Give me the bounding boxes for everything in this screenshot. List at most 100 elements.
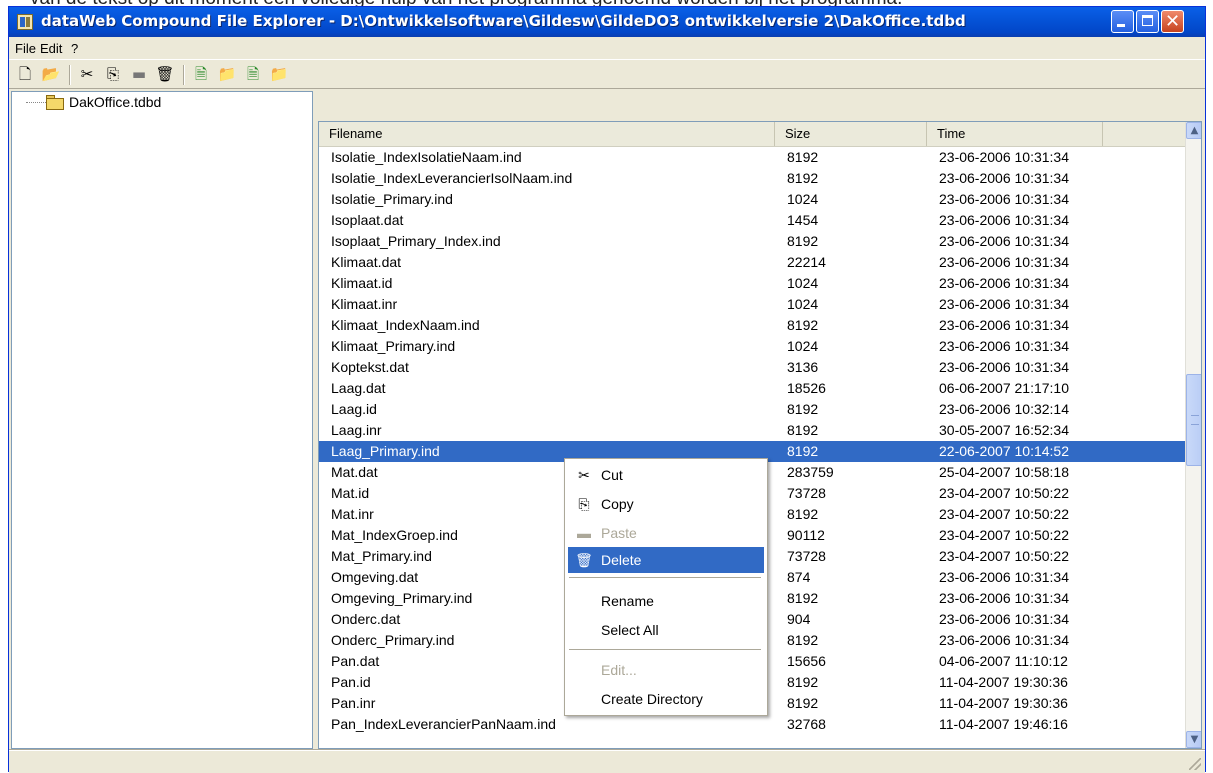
context-menu-cut[interactable]: ✂ Cut xyxy=(568,462,764,488)
table-row[interactable]: Koptekst.dat 3136 23-06-2006 10:31:34 xyxy=(319,357,1185,378)
context-menu-select-all[interactable]: Select All xyxy=(568,617,764,643)
time-cell: 23-04-2007 10:50:22 xyxy=(939,485,1069,501)
menu-file[interactable]: File xyxy=(15,41,36,56)
paste-icon: ▬ xyxy=(577,525,591,541)
time-cell: 11-04-2007 19:30:36 xyxy=(939,674,1068,690)
scissors-icon: ✂ xyxy=(578,467,590,483)
context-menu-paste[interactable]: ▬ Paste xyxy=(568,520,764,546)
add-folder-icon[interactable]: 📁 xyxy=(217,64,237,84)
size-cell: 15656 xyxy=(787,653,826,669)
table-row[interactable]: Laag.inr 8192 30-05-2007 16:52:34 xyxy=(319,420,1185,441)
size-cell: 1024 xyxy=(787,338,819,354)
scroll-thumb[interactable] xyxy=(1186,374,1201,466)
column-header-time[interactable]: Time xyxy=(927,122,1103,146)
filename-cell: Klimaat.inr xyxy=(331,296,398,312)
extract-file-icon[interactable]: 🗎 xyxy=(243,64,263,84)
size-cell: 904 xyxy=(787,611,811,627)
size-cell: 1024 xyxy=(787,275,819,291)
context-menu-delete[interactable]: 🗑 Delete xyxy=(568,547,764,573)
filename-cell: Laag.inr xyxy=(331,422,382,438)
time-cell: 23-04-2007 10:50:22 xyxy=(939,506,1069,522)
table-row[interactable]: Isoplaat.dat 1454 23-06-2006 10:31:34 xyxy=(319,210,1185,231)
context-menu-copy[interactable]: ⎘ Copy xyxy=(568,491,764,517)
menu-bar: File Edit ? xyxy=(9,37,1205,59)
menu-help[interactable]: ? xyxy=(71,41,78,56)
context-menu-edit[interactable]: Edit... xyxy=(568,657,764,683)
minimize-button[interactable] xyxy=(1111,10,1134,33)
size-cell: 73728 xyxy=(787,548,826,564)
paste-icon[interactable]: ▬ xyxy=(129,64,149,84)
filename-cell: Onderc_Primary.ind xyxy=(331,632,455,648)
folder-tree[interactable]: DakOffice.tdbd xyxy=(11,91,313,749)
open-folder-icon[interactable]: 📂 xyxy=(41,64,61,84)
size-cell: 8192 xyxy=(787,695,819,711)
table-row[interactable]: Laag.id 8192 23-06-2006 10:32:14 xyxy=(319,399,1185,420)
table-row[interactable]: Pan_IndexLeverancierPanNaam.ind 32768 11-0… xyxy=(319,714,1185,735)
add-file-icon[interactable]: 🗎 xyxy=(191,64,211,84)
time-cell: 11-04-2007 19:30:36 xyxy=(939,695,1068,711)
size-cell: 8192 xyxy=(787,506,819,522)
vertical-scrollbar[interactable]: ▲ ▼ xyxy=(1185,122,1201,748)
extract-folder-icon[interactable]: 📁 xyxy=(269,64,289,84)
filename-cell: Omgeving_Primary.ind xyxy=(331,590,473,606)
table-row[interactable]: Klimaat.inr 1024 23-06-2006 10:31:34 xyxy=(319,294,1185,315)
time-cell: 30-05-2007 16:52:34 xyxy=(939,422,1069,438)
list-header: Filename Size Time xyxy=(319,122,1185,147)
time-cell: 23-06-2006 10:31:34 xyxy=(939,254,1069,270)
table-row[interactable]: Isolatie_IndexIsolatieNaam.ind 8192 23-06-… xyxy=(319,147,1185,168)
resize-grip-icon[interactable] xyxy=(1189,758,1201,770)
scroll-down-button[interactable]: ▼ xyxy=(1186,731,1201,748)
time-cell: 23-04-2007 10:50:22 xyxy=(939,527,1069,543)
title-bar[interactable]: dataWeb Compound File Explorer - D:\Ontw… xyxy=(9,7,1205,37)
column-header-size[interactable]: Size xyxy=(775,122,927,146)
table-row[interactable]: Isolatie_Primary.ind 1024 23-06-2006 10:31… xyxy=(319,189,1185,210)
size-cell: 874 xyxy=(787,569,811,585)
size-cell: 283759 xyxy=(787,464,834,480)
time-cell: 11-04-2007 19:46:16 xyxy=(939,716,1068,732)
table-row[interactable]: Laag.dat 18526 06-06-2007 21:17:10 xyxy=(319,378,1185,399)
filename-cell: Mat_Primary.ind xyxy=(331,548,432,564)
column-header-filename[interactable]: Filename xyxy=(319,122,775,146)
filename-cell: Pan.dat xyxy=(331,653,380,669)
table-row[interactable]: Klimaat.id 1024 23-06-2006 10:31:34 xyxy=(319,273,1185,294)
filename-cell: Mat_IndexGroep.ind xyxy=(331,527,458,543)
filename-cell: Laag.id xyxy=(331,401,377,417)
filename-cell: Laag_Primary.ind xyxy=(331,443,440,459)
size-cell: 32768 xyxy=(787,716,826,732)
copy-icon[interactable]: ⎘ xyxy=(103,64,123,84)
scroll-up-button[interactable]: ▲ xyxy=(1186,122,1201,139)
app-icon[interactable] xyxy=(17,14,33,30)
maximize-icon xyxy=(1142,15,1153,26)
time-cell: 23-06-2006 10:31:34 xyxy=(939,569,1069,585)
cut-icon[interactable]: ✂ xyxy=(77,64,97,84)
size-cell: 22214 xyxy=(787,254,826,270)
table-row[interactable]: Klimaat_Primary.ind 1024 23-06-2006 10:31:… xyxy=(319,336,1185,357)
filename-cell: Koptekst.dat xyxy=(331,359,409,375)
time-cell: 22-06-2007 10:14:52 xyxy=(939,443,1069,459)
filename-cell: Isoplaat_Primary_Index.ind xyxy=(331,233,501,249)
tree-root-label[interactable]: DakOffice.tdbd xyxy=(69,94,161,110)
time-cell: 23-06-2006 10:31:34 xyxy=(939,212,1069,228)
table-row[interactable]: Isolatie_IndexLeverancierIsolNaam.ind 819… xyxy=(319,168,1185,189)
filename-cell: Isoplaat.dat xyxy=(331,212,404,228)
filename-cell: Klimaat.id xyxy=(331,275,393,291)
close-button[interactable]: ✕ xyxy=(1161,10,1184,33)
context-menu-create-directory[interactable]: Create Directory xyxy=(568,686,764,712)
maximize-button[interactable] xyxy=(1136,10,1159,33)
size-cell: 90112 xyxy=(787,527,825,543)
size-cell: 73728 xyxy=(787,485,826,501)
window-title: dataWeb Compound File Explorer - D:\Ontw… xyxy=(41,12,966,30)
filename-cell: Pan_IndexLeverancierPanNaam.ind xyxy=(331,716,556,732)
menu-edit[interactable]: Edit xyxy=(40,41,62,56)
size-cell: 8192 xyxy=(787,317,819,333)
time-cell: 23-06-2006 10:31:34 xyxy=(939,590,1069,606)
context-menu: ✂ Cut ⎘ Copy ▬ Paste 🗑 Delete Rename Sel… xyxy=(564,458,768,716)
filename-cell: Onderc.dat xyxy=(331,611,401,627)
table-row[interactable]: Klimaat_IndexNaam.ind 8192 23-06-2006 10:3… xyxy=(319,315,1185,336)
context-menu-rename[interactable]: Rename xyxy=(568,588,764,614)
new-file-icon[interactable]: 🗋 xyxy=(15,64,35,84)
table-row[interactable]: Isoplaat_Primary_Index.ind 8192 23-06-2006… xyxy=(319,231,1185,252)
table-row[interactable]: Klimaat.dat 22214 23-06-2006 10:31:34 xyxy=(319,252,1185,273)
delete-icon[interactable]: 🗑 xyxy=(155,64,175,84)
size-cell: 8192 xyxy=(787,632,819,648)
